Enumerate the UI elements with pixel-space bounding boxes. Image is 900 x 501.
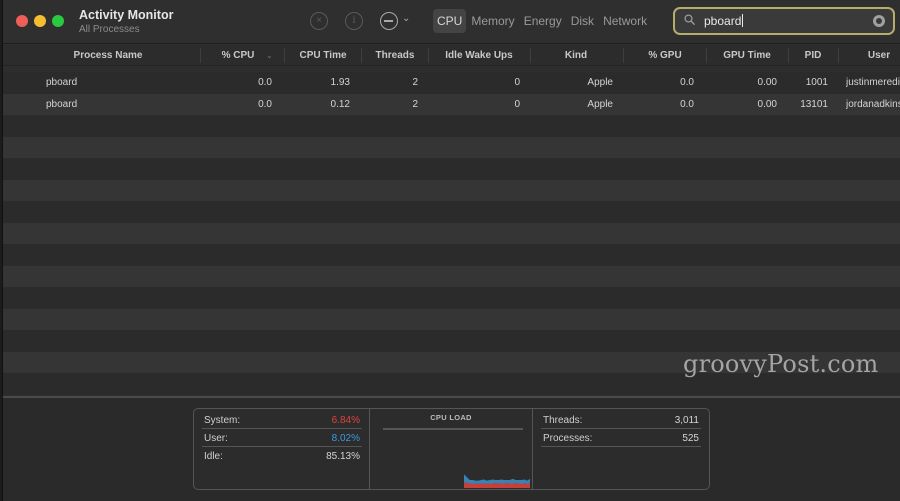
processes-value: 525 [682, 433, 699, 444]
system-label: System: [204, 415, 241, 426]
user-value: 8.02% [331, 433, 360, 444]
idle-wake-ups: 0 [514, 98, 520, 110]
activity-monitor-window: Activity Monitor All Processes × i ⌄ CPU… [2, 0, 900, 501]
system-stat: System: 6.84% [202, 412, 362, 429]
idle-stat: Idle: 85.13% [202, 448, 362, 465]
close-window-button[interactable] [16, 15, 28, 27]
tab-energy[interactable]: Energy [520, 9, 566, 33]
column-process-name[interactable]: Process Name [3, 45, 213, 66]
threads-value: 3,011 [674, 415, 699, 426]
user-stat: User: 8.02% [202, 430, 362, 447]
column-cpu-time[interactable]: CPU Time [285, 45, 361, 66]
user: jordanadkins [846, 98, 900, 110]
minimize-window-button[interactable] [34, 15, 46, 27]
empty-table-row [3, 201, 900, 223]
process-stats: Threads: 3,011 Processes: 525 [532, 409, 708, 489]
empty-table-row [3, 308, 900, 330]
kind: Apple [587, 77, 613, 88]
idle-label: Idle: [204, 451, 223, 462]
empty-table-row [3, 222, 900, 244]
tab-cpu[interactable]: CPU [433, 9, 467, 33]
threads: 2 [412, 77, 418, 88]
system-value: 6.84% [331, 415, 360, 426]
info-icon[interactable]: i [345, 12, 363, 30]
more-options-icon[interactable] [380, 12, 398, 30]
tab-memory[interactable]: Memory [467, 9, 518, 33]
processes-label: Processes: [543, 433, 593, 444]
empty-table-row [3, 265, 900, 287]
title-bar: Activity Monitor All Processes × i ⌄ CPU… [3, 0, 900, 44]
user: justinmeredith [846, 77, 900, 88]
tab-network[interactable]: Network [599, 9, 651, 33]
search-value: pboard [704, 14, 742, 28]
table-header: Process Name % CPU ⌄ CPU Time Threads Id… [3, 45, 900, 66]
gpu-time: 0.00 [757, 77, 777, 88]
app-title: Activity Monitor [79, 8, 174, 22]
column-cpu-percent[interactable]: % CPU [208, 45, 268, 66]
sort-descending-icon[interactable]: ⌄ [266, 51, 273, 60]
column-user[interactable]: User [839, 45, 900, 66]
pid: 13101 [800, 98, 828, 110]
user-load-area [464, 474, 530, 485]
process-table: pboard 0.0 1.93 2 0 Apple 0.0 0.00 1001 … [3, 72, 900, 395]
cpu-percent: 0.0 [258, 98, 272, 110]
text-caret [742, 14, 744, 27]
search-icon [684, 14, 695, 25]
gpu-percent: 0.0 [680, 77, 694, 88]
cpu-time: 1.93 [330, 77, 350, 88]
cpu-percent: 0.0 [258, 77, 272, 88]
cpu-usage-stats: System: 6.84% User: 8.02% Idle: 85.13% [194, 409, 370, 489]
kind: Apple [587, 98, 613, 110]
category-tabs: CPU Memory Energy Disk Network [433, 9, 652, 33]
empty-table-row [3, 244, 900, 266]
column-gpu-percent[interactable]: % GPU [624, 45, 706, 66]
stop-process-icon[interactable]: × [310, 12, 328, 30]
search-text[interactable]: pboard [704, 14, 744, 28]
cpu-summary-area: System: 6.84% User: 8.02% Idle: 85.13% C… [3, 398, 900, 501]
gpu-time: 0.00 [757, 98, 777, 110]
zoom-window-button[interactable] [52, 15, 64, 27]
column-pid[interactable]: PID [789, 45, 837, 66]
app-subtitle[interactable]: All Processes [79, 24, 140, 35]
empty-table-row [3, 136, 900, 158]
table-row[interactable]: pboard 0.0 1.93 2 0 Apple 0.0 0.00 1001 … [3, 72, 900, 94]
threads-stat: Threads: 3,011 [541, 412, 701, 429]
cpu-load-graph [464, 474, 530, 488]
process-name: pboard [46, 98, 78, 110]
user-label: User: [204, 433, 228, 444]
chevron-down-icon[interactable]: ⌄ [402, 13, 410, 24]
table-row[interactable]: pboard 0.0 0.12 2 0 Apple 0.0 0.00 13101… [3, 93, 900, 115]
idle-wake-ups: 0 [514, 77, 520, 88]
empty-table-row [3, 158, 900, 180]
column-divider[interactable] [200, 48, 201, 63]
cpu-load-chart: CPU LOAD [370, 409, 532, 489]
search-input[interactable]: pboard [673, 7, 895, 35]
processes-stat: Processes: 525 [541, 430, 701, 447]
column-idle-wake-ups[interactable]: Idle Wake Ups [429, 45, 529, 66]
empty-table-row [3, 115, 900, 137]
watermark: groovyPost.com [683, 350, 879, 378]
tab-disk[interactable]: Disk [567, 9, 598, 33]
empty-table-row [3, 330, 900, 352]
threads-label: Threads: [543, 415, 583, 426]
cpu-time: 0.12 [330, 98, 350, 110]
idle-value: 85.13% [326, 451, 360, 462]
pid: 1001 [805, 77, 828, 88]
empty-table-row [3, 287, 900, 309]
column-kind[interactable]: Kind [531, 45, 621, 66]
column-threads[interactable]: Threads [362, 45, 428, 66]
empty-table-row [3, 179, 900, 201]
gpu-percent: 0.0 [680, 98, 694, 110]
threads: 2 [412, 98, 418, 110]
cpu-summary-panel: System: 6.84% User: 8.02% Idle: 85.13% C… [193, 408, 710, 490]
column-gpu-time[interactable]: GPU Time [707, 45, 787, 66]
clear-search-icon[interactable] [873, 15, 885, 27]
process-name: pboard [46, 77, 78, 88]
